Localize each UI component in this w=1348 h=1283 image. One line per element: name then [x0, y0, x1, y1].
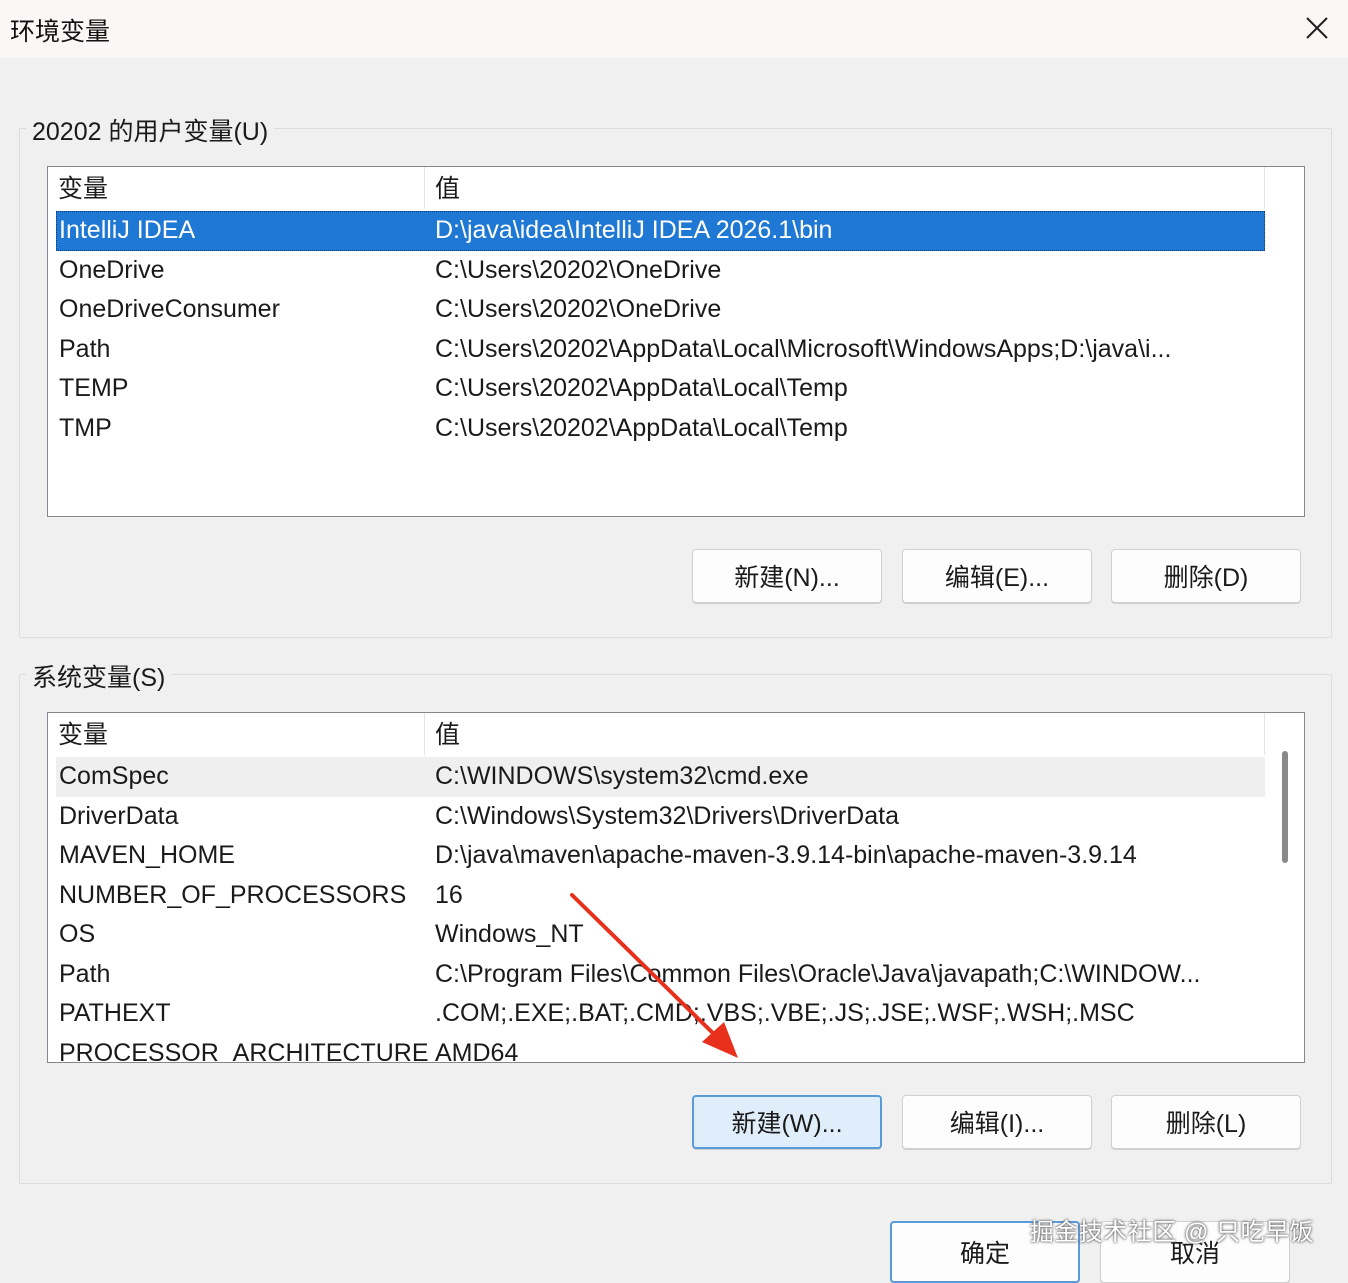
system-variables-list[interactable]: 变量 值 ComSpec C:\WINDOWS\system32\cmd.exe…: [47, 712, 1305, 1063]
table-row[interactable]: OneDrive C:\Users\20202\OneDrive: [56, 251, 1265, 291]
vertical-scrollbar[interactable]: [1266, 713, 1304, 1062]
user-new-button[interactable]: 新建(N)...: [692, 549, 882, 603]
table-row[interactable]: Path C:\Users\20202\AppData\Local\Micros…: [56, 330, 1265, 370]
variable-name: Path: [59, 959, 111, 988]
variable-name: NUMBER_OF_PROCESSORS: [59, 880, 407, 909]
variable-value: D:\java\maven\apache-maven-3.9.14-bin\ap…: [435, 841, 1137, 870]
table-row-hover[interactable]: ComSpec C:\WINDOWS\system32\cmd.exe: [56, 757, 1265, 797]
table-row[interactable]: MAVEN_HOME D:\java\maven\apache-maven-3.…: [56, 836, 1265, 876]
variable-name: ComSpec: [59, 762, 169, 791]
variable-value: Windows_NT: [435, 920, 584, 949]
variable-name: PROCESSOR_ARCHITECTURE: [59, 1038, 429, 1063]
variable-value: .COM;.EXE;.BAT;.CMD;.VBS;.VBE;.JS;.JSE;.…: [435, 999, 1135, 1028]
close-icon: [1306, 17, 1328, 39]
variable-name: TMP: [59, 413, 112, 442]
variable-value: C:\Users\20202\AppData\Local\Microsoft\W…: [435, 334, 1172, 363]
table-row[interactable]: Path C:\Program Files\Common Files\Oracl…: [56, 955, 1265, 995]
variable-value: C:\Windows\System32\Drivers\DriverData: [435, 801, 899, 830]
user-variables-rows: IntelliJ IDEA D:\java\idea\IntelliJ IDEA…: [56, 211, 1265, 448]
system-delete-button[interactable]: 删除(L): [1111, 1095, 1301, 1149]
variable-name: IntelliJ IDEA: [59, 216, 196, 245]
user-variables-legend: 20202 的用户变量(U): [26, 112, 275, 148]
variable-value: C:\Users\20202\AppData\Local\Temp: [435, 374, 848, 403]
variable-name: DriverData: [59, 801, 179, 830]
variable-value: C:\Users\20202\AppData\Local\Temp: [435, 413, 848, 442]
variable-name: MAVEN_HOME: [59, 841, 235, 870]
table-row[interactable]: TMP C:\Users\20202\AppData\Local\Temp: [56, 409, 1265, 449]
table-row[interactable]: PROCESSOR_ARCHITECTURE AMD64: [56, 1034, 1265, 1063]
column-header-value[interactable]: 值: [425, 713, 1265, 755]
system-new-button[interactable]: 新建(W)...: [692, 1095, 882, 1149]
variable-name: OneDriveConsumer: [59, 295, 280, 324]
variable-name: OneDrive: [59, 255, 165, 284]
column-header-variable[interactable]: 变量: [48, 167, 425, 209]
variable-value: C:\Users\20202\OneDrive: [435, 255, 722, 284]
user-variables-list[interactable]: 变量 值 IntelliJ IDEA D:\java\idea\IntelliJ…: [47, 166, 1305, 517]
close-button[interactable]: [1294, 6, 1340, 50]
user-edit-button[interactable]: 编辑(E)...: [902, 549, 1092, 603]
table-row[interactable]: OS Windows_NT: [56, 915, 1265, 955]
variable-value: C:\Program Files\Common Files\Oracle\Jav…: [435, 959, 1201, 988]
user-delete-button[interactable]: 删除(D): [1111, 549, 1301, 603]
variable-value: C:\WINDOWS\system32\cmd.exe: [435, 762, 809, 791]
title-bar: 环境变量: [0, 0, 1348, 58]
system-variables-legend: 系统变量(S): [26, 658, 172, 694]
list-header: 变量 值: [48, 713, 1265, 755]
table-row-selected[interactable]: IntelliJ IDEA D:\java\idea\IntelliJ IDEA…: [56, 211, 1265, 251]
variable-value: AMD64: [435, 1038, 519, 1063]
variable-name: OS: [59, 920, 96, 949]
column-header-value[interactable]: 值: [425, 167, 1265, 209]
variable-value: D:\java\idea\IntelliJ IDEA 2026.1\bin: [435, 216, 833, 245]
table-row[interactable]: NUMBER_OF_PROCESSORS 16: [56, 876, 1265, 916]
system-variables-rows: ComSpec C:\WINDOWS\system32\cmd.exe Driv…: [56, 757, 1265, 1063]
variable-name: PATHEXT: [59, 999, 171, 1028]
variable-name: TEMP: [59, 374, 129, 403]
table-row[interactable]: DriverData C:\Windows\System32\Drivers\D…: [56, 797, 1265, 837]
table-row[interactable]: OneDriveConsumer C:\Users\20202\OneDrive: [56, 290, 1265, 330]
window-title: 环境变量: [10, 18, 111, 46]
variable-value: 16: [435, 880, 463, 909]
system-edit-button[interactable]: 编辑(I)...: [902, 1095, 1092, 1149]
variable-name: Path: [59, 334, 111, 363]
table-row[interactable]: PATHEXT .COM;.EXE;.BAT;.CMD;.VBS;.VBE;.J…: [56, 994, 1265, 1034]
watermark-text: 掘金技术社区 @ 只吃早饭: [1029, 1219, 1314, 1246]
column-header-variable[interactable]: 变量: [48, 713, 425, 755]
list-header: 变量 值: [48, 167, 1265, 209]
variable-value: C:\Users\20202\OneDrive: [435, 295, 722, 324]
scrollbar-thumb[interactable]: [1282, 751, 1288, 863]
table-row[interactable]: TEMP C:\Users\20202\AppData\Local\Temp: [56, 369, 1265, 409]
